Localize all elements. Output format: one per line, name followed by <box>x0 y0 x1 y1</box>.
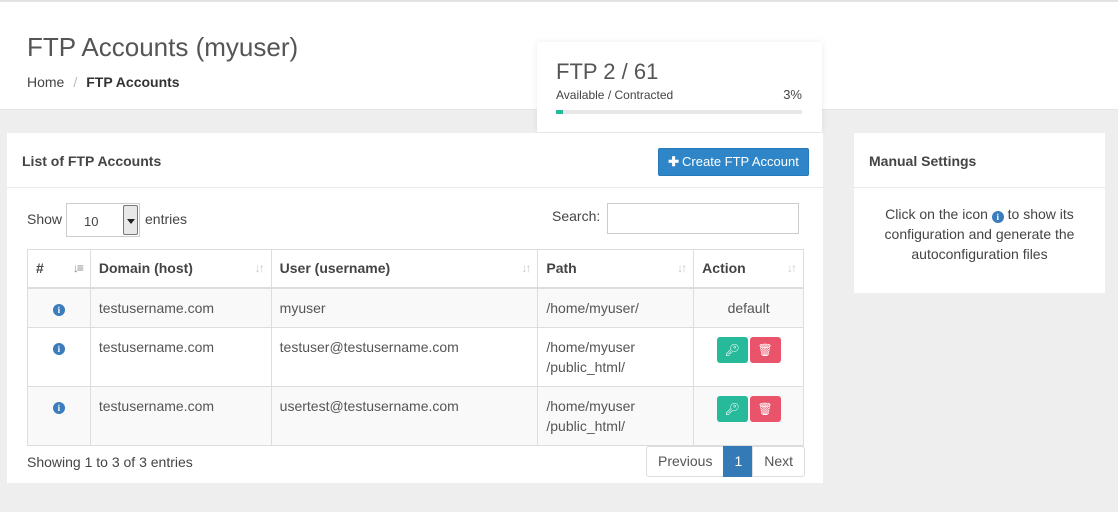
path-cell: /home/myuser/public_html/ <box>537 326 695 387</box>
domain-cell: testusername.com <box>89 326 272 387</box>
path-cell: /home/myuser/public_html/ <box>537 385 695 446</box>
sort-icon: ↓↑ <box>254 261 265 275</box>
table-row: i testusername.com usertest@testusername… <box>27 385 804 446</box>
column-header-user[interactable]: User (username) ↓↑ <box>270 249 539 289</box>
change-password-button[interactable]: 🔑︎ <box>716 395 748 422</box>
delete-button[interactable]: 🗑︎ <box>749 336 781 363</box>
panel-title: Manual Settings <box>869 153 977 169</box>
create-ftp-account-label: Create FTP Account <box>682 154 799 169</box>
table-row: i testusername.com myuser /home/myuser/ … <box>27 287 804 328</box>
info-circle-icon[interactable]: i <box>52 401 65 414</box>
ftp-quota-card: FTP 2 / 61 Available / Contracted 3% <box>537 42 822 132</box>
change-password-button[interactable]: 🔑︎ <box>716 336 748 363</box>
chevron-down-icon[interactable] <box>123 205 138 235</box>
user-cell: myuser <box>270 287 539 328</box>
show-label: Show <box>27 211 63 227</box>
create-ftp-account-button[interactable]: ✚ Create FTP Account <box>658 148 809 176</box>
breadcrumb-separator: / <box>73 74 78 90</box>
table-header-row: # ↓≡ Domain (host) ↓↑ User (username) ↓↑ Pa… <box>27 249 804 289</box>
sort-icon: ↓↑ <box>521 261 531 275</box>
column-header-action[interactable]: Action ↓↑ <box>693 249 804 289</box>
sort-icon: ↓↑ <box>787 261 797 275</box>
ftp-accounts-table: # ↓≡ Domain (host) ↓↑ User (username) ↓↑ Pa… <box>27 249 804 446</box>
domain-cell: testusername.com <box>89 287 272 328</box>
pagination-next[interactable]: Next <box>752 446 806 477</box>
info-circle-icon[interactable]: i <box>52 342 65 355</box>
quota-subtitle: Available / Contracted <box>556 88 674 102</box>
row-info-cell: i <box>27 287 91 328</box>
quota-progress-bar <box>556 110 802 114</box>
ftp-accounts-panel: List of FTP Accounts ✚ Create FTP Account… <box>7 133 823 483</box>
column-header-number[interactable]: # ↓≡ <box>27 249 91 289</box>
pagination: Previous 1 Next <box>646 446 806 477</box>
manual-settings-panel: Manual Settings Click on the icon i to s… <box>854 133 1105 293</box>
column-header-path[interactable]: Path ↓↑ <box>537 249 695 289</box>
user-cell: usertest@testusername.com <box>270 385 539 446</box>
path-line: /public_html/ <box>546 358 625 375</box>
path-line: /public_html/ <box>546 417 625 434</box>
panel-header: List of FTP Accounts ✚ Create FTP Account <box>7 133 823 188</box>
pagination-page[interactable]: 1 <box>723 446 754 477</box>
entries-label: entries <box>145 211 188 227</box>
delete-button[interactable]: 🗑︎ <box>749 395 781 422</box>
quota-title: FTP 2 / 61 <box>556 59 659 84</box>
panel-title: List of FTP Accounts <box>22 153 162 169</box>
column-header-domain[interactable]: Domain (host) ↓↑ <box>89 249 272 289</box>
action-cell: default <box>693 287 804 328</box>
breadcrumb-home-link[interactable]: Home <box>27 74 64 90</box>
key-icon: 🔑︎ <box>724 342 740 357</box>
plus-icon: ✚ <box>668 154 680 169</box>
search-input[interactable] <box>607 203 799 234</box>
row-info-cell: i <box>27 326 91 387</box>
table-row: i testusername.com testuser@testusername… <box>27 326 804 387</box>
path-cell: /home/myuser/ <box>537 287 695 328</box>
domain-cell: testusername.com <box>89 385 272 446</box>
info-circle-icon: i <box>991 211 1004 223</box>
page-title: FTP Accounts (myuser) <box>27 32 299 62</box>
path-line: /home/myuser <box>546 338 636 355</box>
sort-asc-icon: ↓≡ <box>72 261 84 275</box>
quota-progress-fill <box>556 110 564 114</box>
action-cell: 🔑︎ 🗑︎ <box>693 326 804 387</box>
entries-select-value: 10 <box>84 214 99 229</box>
search-label: Search: <box>552 208 601 224</box>
breadcrumb-current: FTP Accounts <box>86 74 180 90</box>
path-line: /home/myuser <box>546 397 636 414</box>
table-info: Showing 1 to 3 of 3 entries <box>27 454 193 470</box>
sort-icon: ↓↑ <box>677 261 687 275</box>
info-circle-icon[interactable]: i <box>52 303 65 316</box>
pagination-previous[interactable]: Previous <box>646 446 725 477</box>
quota-percent: 3% <box>783 87 802 102</box>
action-cell: 🔑︎ 🗑︎ <box>693 385 804 446</box>
trash-icon: 🗑︎ <box>757 342 773 357</box>
entries-select[interactable]: 10 <box>66 203 140 237</box>
manual-settings-text: Click on the icon i to show its configur… <box>884 206 1075 262</box>
key-icon: 🔑︎ <box>724 401 740 416</box>
panel-header: Manual Settings <box>854 133 1105 188</box>
row-info-cell: i <box>27 385 91 446</box>
breadcrumb: Home / FTP Accounts <box>27 74 180 90</box>
user-cell: testuser@testusername.com <box>270 326 539 387</box>
trash-icon: 🗑︎ <box>757 401 773 416</box>
